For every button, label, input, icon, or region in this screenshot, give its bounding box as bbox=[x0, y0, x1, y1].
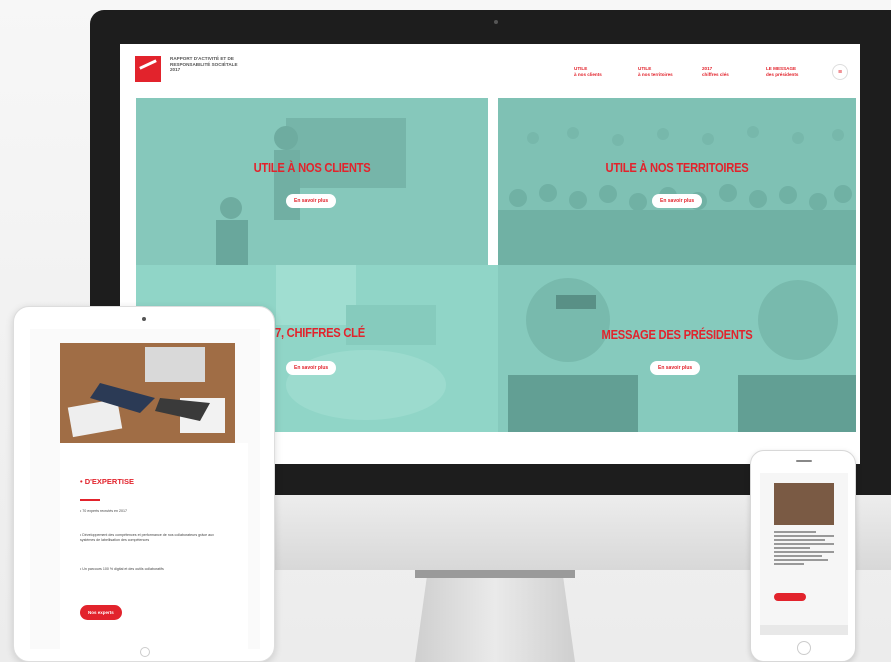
phone-footer bbox=[760, 625, 848, 635]
card-paragraph: • Développement des compétences et perfo… bbox=[80, 533, 214, 542]
nav-item-chiffres[interactable]: 2017 chiffres clés bbox=[702, 66, 766, 78]
monitor-camera bbox=[494, 20, 498, 24]
card-title: • D'EXPERTISE bbox=[80, 477, 135, 486]
read-more-button[interactable]: En savoir plus bbox=[286, 361, 337, 375]
phone-home-button[interactable] bbox=[797, 641, 811, 655]
phone-speaker bbox=[796, 460, 812, 462]
read-more-button[interactable]: En savoir plus bbox=[650, 361, 701, 375]
tile-title: UTILE À NOS TERRITOIRES bbox=[605, 160, 749, 175]
handshake-photo bbox=[60, 343, 235, 443]
card-paragraph: • Un parcours 100 % digital et des outil… bbox=[80, 567, 164, 571]
read-more-button[interactable]: En savoir plus bbox=[286, 194, 337, 208]
card-divider bbox=[80, 499, 100, 501]
brand-line: 2017 bbox=[170, 67, 181, 72]
experts-button[interactable]: Nos experts bbox=[80, 605, 122, 620]
tablet-device: • D'EXPERTISE • 70 experts recrutés en 2… bbox=[13, 306, 275, 662]
tile-title: MESSAGE DES PRÉSIDENTS bbox=[601, 327, 753, 342]
tablet-screen: • D'EXPERTISE • 70 experts recrutés en 2… bbox=[30, 329, 260, 649]
nav-item-clients[interactable]: UTILE à nos clients bbox=[574, 66, 638, 78]
menu-icon[interactable]: ≡ bbox=[832, 64, 848, 80]
devices-mockup: RAPPORT D'ACTIVITÉ ET DE RESPONSABILITÉ … bbox=[0, 0, 891, 662]
phone-device bbox=[750, 450, 856, 662]
tile-territoires[interactable]: UTILE À NOS TERRITOIRES En savoir plus bbox=[498, 98, 856, 265]
tablet-home-button[interactable] bbox=[140, 647, 150, 657]
phone-screen bbox=[760, 473, 848, 635]
brand-logo-icon[interactable] bbox=[135, 56, 161, 82]
card-paragraph: • 70 experts recrutés en 2017 bbox=[80, 509, 128, 513]
monitor-stand-joint bbox=[415, 570, 575, 578]
phone-button[interactable] bbox=[774, 593, 806, 601]
tile-message[interactable]: MESSAGE DES PRÉSIDENTS En savoir plus bbox=[498, 265, 856, 432]
tile-clients[interactable]: UTILE À NOS CLIENTS En savoir plus bbox=[136, 98, 488, 265]
expertise-card: • D'EXPERTISE • 70 experts recrutés en 2… bbox=[60, 443, 248, 649]
phone-text-lines bbox=[774, 531, 834, 567]
read-more-button[interactable]: En savoir plus bbox=[652, 194, 703, 208]
monitor-stand bbox=[415, 570, 575, 662]
tablet-camera bbox=[142, 317, 146, 321]
nav-item-message[interactable]: LE MESSAGE des présidents bbox=[766, 66, 830, 78]
phone-photo bbox=[774, 483, 834, 525]
site-brand: RAPPORT D'ACTIVITÉ ET DE RESPONSABILITÉ … bbox=[170, 56, 260, 73]
site-header: RAPPORT D'ACTIVITÉ ET DE RESPONSABILITÉ … bbox=[120, 44, 860, 98]
main-nav: UTILE à nos clients UTILE à nos territoire… bbox=[574, 66, 830, 78]
tile-title: UTILE À NOS CLIENTS bbox=[253, 160, 371, 175]
nav-item-territoires[interactable]: UTILE à nos territoires bbox=[638, 66, 702, 78]
